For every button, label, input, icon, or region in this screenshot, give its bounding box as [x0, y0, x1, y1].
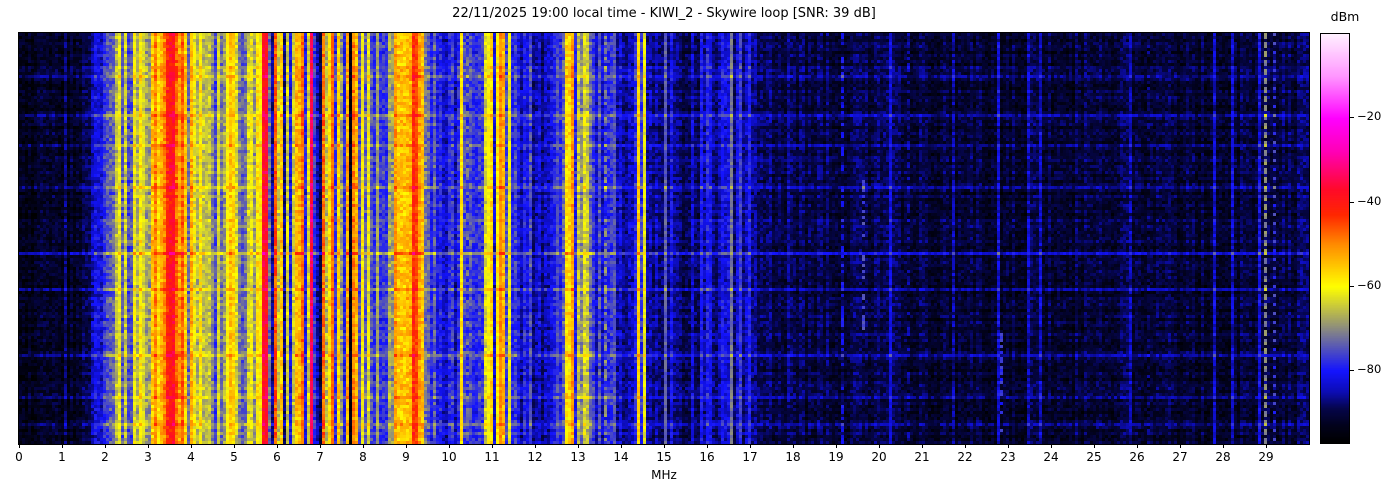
- colorbar-tick: [1350, 201, 1354, 203]
- x-tick-label: 12: [527, 450, 543, 464]
- x-tick: [1094, 444, 1095, 448]
- x-tick: [191, 444, 192, 448]
- colorbar-tick-label: −20: [1357, 109, 1382, 124]
- spectrogram-canvas: [19, 33, 1309, 444]
- x-tick-label: 28: [1215, 450, 1231, 464]
- x-tick: [535, 444, 536, 448]
- x-tick: [449, 444, 450, 448]
- x-tick-label: 24: [1043, 450, 1059, 464]
- x-tick-label: 26: [1129, 450, 1145, 464]
- x-tick-label: 2: [101, 450, 109, 464]
- x-tick-label: 7: [316, 450, 324, 464]
- x-tick-label: 8: [359, 450, 367, 464]
- colorbar-label: dBm: [1330, 9, 1360, 24]
- x-tick: [148, 444, 149, 448]
- x-tick-label: 1: [58, 450, 66, 464]
- x-axis-label: MHz: [651, 468, 677, 482]
- x-tick: [363, 444, 364, 448]
- x-tick: [1180, 444, 1181, 448]
- x-tick: [1008, 444, 1009, 448]
- chart-title: 22/11/2025 19:00 local time - KIWI_2 - S…: [452, 6, 876, 21]
- x-tick-label: 22: [957, 450, 973, 464]
- x-tick-label: 16: [699, 450, 715, 464]
- colorbar-tick-label: −40: [1357, 193, 1382, 208]
- x-tick: [664, 444, 665, 448]
- x-tick-label: 10: [441, 450, 457, 464]
- x-tick: [19, 444, 20, 448]
- x-tick: [793, 444, 794, 448]
- x-tick-label: 9: [402, 450, 410, 464]
- colorbar-canvas: [1320, 33, 1350, 444]
- x-tick-label: 4: [187, 450, 195, 464]
- x-tick-label: 23: [1000, 450, 1016, 464]
- colorbar-tick: [1350, 370, 1354, 372]
- x-tick-label: 5: [230, 450, 238, 464]
- x-tick: [406, 444, 407, 448]
- x-tick: [965, 444, 966, 448]
- x-tick-label: 17: [742, 450, 758, 464]
- colorbar-tick: [1350, 117, 1354, 119]
- spectrogram-figure: 22/11/2025 19:00 local time - KIWI_2 - S…: [0, 0, 1400, 500]
- x-tick-label: 15: [656, 450, 672, 464]
- plot-area: [19, 33, 1309, 444]
- x-tick: [320, 444, 321, 448]
- x-tick-label: 13: [570, 450, 586, 464]
- x-tick: [62, 444, 63, 448]
- x-tick: [234, 444, 235, 448]
- x-tick-label: 25: [1086, 450, 1102, 464]
- x-tick: [707, 444, 708, 448]
- x-tick-label: 11: [484, 450, 500, 464]
- x-tick-label: 27: [1172, 450, 1188, 464]
- x-tick: [277, 444, 278, 448]
- x-tick: [922, 444, 923, 448]
- x-tick: [621, 444, 622, 448]
- x-tick-label: 19: [828, 450, 844, 464]
- colorbar-tick: [1350, 285, 1354, 287]
- x-tick: [1266, 444, 1267, 448]
- x-tick-label: 14: [613, 450, 629, 464]
- x-tick: [879, 444, 880, 448]
- x-tick: [750, 444, 751, 448]
- x-tick-label: 20: [871, 450, 887, 464]
- x-tick-label: 3: [144, 450, 152, 464]
- x-tick-label: 18: [785, 450, 801, 464]
- x-tick: [836, 444, 837, 448]
- x-tick-label: 6: [273, 450, 281, 464]
- x-tick: [1051, 444, 1052, 448]
- x-tick: [578, 444, 579, 448]
- x-tick-label: 21: [914, 450, 930, 464]
- x-tick: [105, 444, 106, 448]
- x-tick: [492, 444, 493, 448]
- x-tick-label: 0: [15, 450, 23, 464]
- x-tick: [1223, 444, 1224, 448]
- colorbar-tick-label: −60: [1357, 277, 1382, 292]
- colorbar-tick-label: −80: [1357, 362, 1382, 377]
- x-tick-label: 29: [1258, 450, 1274, 464]
- x-tick: [1137, 444, 1138, 448]
